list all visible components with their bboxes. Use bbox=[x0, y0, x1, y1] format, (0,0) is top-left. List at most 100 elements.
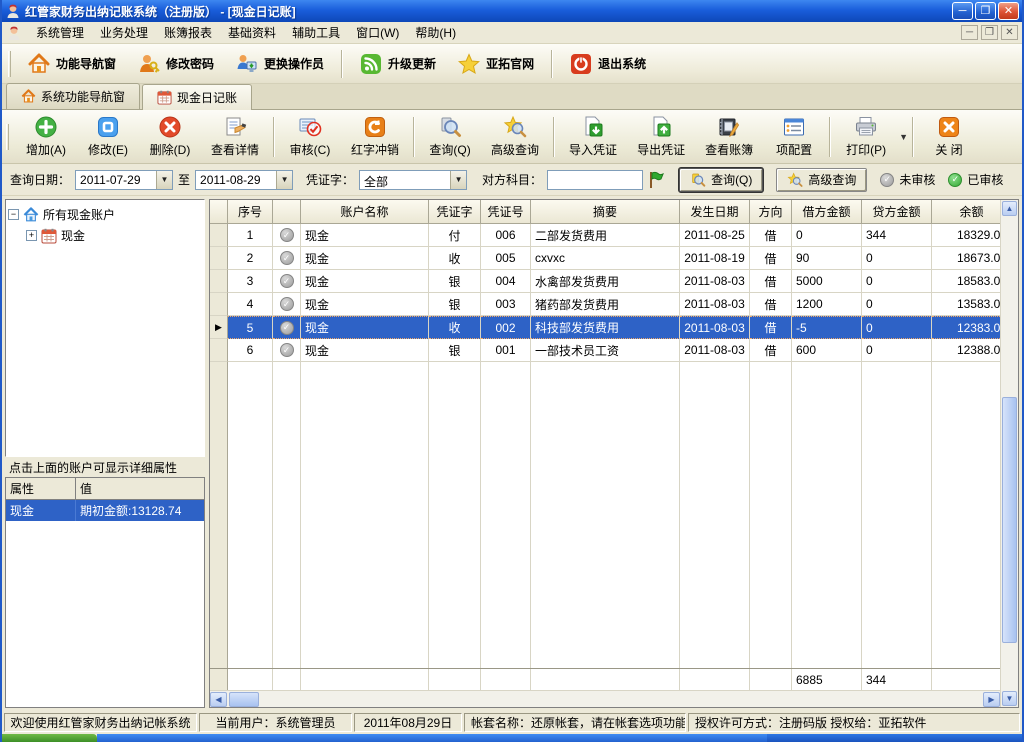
column-header[interactable]: 凭证号 bbox=[481, 200, 531, 224]
property-row[interactable]: 现金 期初金额:13128.74 bbox=[6, 500, 204, 521]
grid-cell-credit[interactable]: 0 bbox=[862, 270, 932, 293]
restore-button[interactable]: ❐ bbox=[975, 2, 996, 20]
advanced-query-button[interactable]: 高级查询 bbox=[481, 111, 549, 162]
advanced-filter-button[interactable]: 高级查询 bbox=[776, 168, 867, 192]
scroll-right-icon[interactable]: ▶ bbox=[983, 692, 1000, 707]
website-button[interactable]: 亚拓官网 bbox=[447, 47, 545, 81]
grid-cell-seq[interactable]: 6 bbox=[228, 339, 273, 362]
column-header[interactable]: 账户名称 bbox=[301, 200, 429, 224]
date-from-combo[interactable]: 2011-07-29 ▼ bbox=[75, 170, 173, 190]
mdi-restore-button[interactable]: ❐ bbox=[981, 25, 998, 40]
audit-status-cell[interactable]: ✓ bbox=[273, 247, 301, 270]
grid-cell-word[interactable]: 银 bbox=[429, 293, 481, 316]
grid-cell-no[interactable]: 006 bbox=[481, 224, 531, 247]
grid-cell-summary[interactable]: 一部技术员工资 bbox=[531, 339, 680, 362]
grid-cell-summary[interactable]: 猪药部发货费用 bbox=[531, 293, 680, 316]
audit-status-cell[interactable]: ✓ bbox=[273, 316, 301, 339]
upgrade-button[interactable]: 升级更新 bbox=[349, 47, 447, 81]
grid-cell-dir[interactable]: 借 bbox=[750, 316, 792, 339]
grid-cell-account[interactable]: 现金 bbox=[301, 224, 429, 247]
grid-cell-no[interactable]: 001 bbox=[481, 339, 531, 362]
grid-cell-word[interactable]: 收 bbox=[429, 247, 481, 270]
opposite-subject-input[interactable] bbox=[547, 170, 643, 190]
mdi-close-button[interactable]: ✕ bbox=[1001, 25, 1018, 40]
grid-cell-date[interactable]: 2011-08-03 bbox=[680, 293, 750, 316]
menu-business[interactable]: 业务处理 bbox=[92, 22, 156, 43]
tab-cash-journal[interactable]: 现金日记账 bbox=[142, 84, 252, 110]
grid-cell-debit[interactable]: 5000 bbox=[792, 270, 862, 293]
table-row[interactable]: ▶5✓现金收002科技部发货费用2011-08-03借-5012383.02 bbox=[210, 316, 1000, 339]
grid-cell-credit[interactable]: 344 bbox=[862, 224, 932, 247]
table-row[interactable]: 4✓现金银003猪药部发货费用2011-08-03借1200013583.02 bbox=[210, 293, 1000, 316]
column-header[interactable]: 方向 bbox=[750, 200, 792, 224]
tab-system-nav[interactable]: 系统功能导航窗 bbox=[6, 83, 140, 109]
delete-button[interactable]: 删除(D) bbox=[139, 111, 201, 162]
grid-cell-dir[interactable]: 借 bbox=[750, 247, 792, 270]
table-row[interactable]: 2✓现金收005cxvxc2011-08-19借90018673.02 bbox=[210, 247, 1000, 270]
export-voucher-button[interactable]: 导出凭证 bbox=[627, 111, 695, 162]
scroll-down-icon[interactable]: ▼ bbox=[1002, 691, 1017, 706]
menu-basedata[interactable]: 基础资料 bbox=[220, 22, 284, 43]
date-to-combo[interactable]: 2011-08-29 ▼ bbox=[195, 170, 293, 190]
grid-cell-dir[interactable]: 借 bbox=[750, 293, 792, 316]
column-header[interactable]: 序号 bbox=[228, 200, 273, 224]
mdi-minimize-button[interactable]: ─ bbox=[961, 25, 978, 40]
chevron-down-icon[interactable]: ▼ bbox=[276, 171, 292, 189]
vertical-scrollbar[interactable]: ▲ ▼ bbox=[1000, 200, 1018, 707]
query-filter-button[interactable]: 查询(Q) bbox=[679, 168, 763, 192]
close-view-button[interactable]: 关 闭 bbox=[918, 111, 980, 162]
scroll-up-icon[interactable]: ▲ bbox=[1002, 201, 1017, 216]
collapse-icon[interactable]: − bbox=[8, 209, 19, 220]
minimize-button[interactable]: ─ bbox=[952, 2, 973, 20]
scroll-left-icon[interactable]: ◀ bbox=[210, 692, 227, 707]
column-header[interactable] bbox=[273, 200, 301, 224]
grid-cell-summary[interactable]: 科技部发货费用 bbox=[531, 316, 680, 339]
grid-cell-no[interactable]: 004 bbox=[481, 270, 531, 293]
menu-reports[interactable]: 账簿报表 bbox=[156, 22, 220, 43]
grid-cell-word[interactable]: 付 bbox=[429, 224, 481, 247]
grid-cell-date[interactable]: 2011-08-25 bbox=[680, 224, 750, 247]
view-detail-button[interactable]: 查看详情 bbox=[201, 111, 269, 162]
grid-cell-credit[interactable]: 0 bbox=[862, 293, 932, 316]
menu-system[interactable]: 系统管理 bbox=[28, 22, 92, 43]
edit-button[interactable]: 修改(E) bbox=[77, 111, 139, 162]
taskbar-button[interactable] bbox=[97, 734, 767, 742]
import-voucher-button[interactable]: 导入凭证 bbox=[559, 111, 627, 162]
grid-cell-credit[interactable]: 0 bbox=[862, 339, 932, 362]
audit-button[interactable]: 审核(C) bbox=[279, 111, 341, 162]
grid-cell-debit[interactable]: 1200 bbox=[792, 293, 862, 316]
table-row[interactable]: 6✓现金银001一部技术员工资2011-08-03借600012388.02 bbox=[210, 339, 1000, 362]
nav-window-button[interactable]: 功能导航窗 bbox=[17, 47, 127, 81]
grid-cell-account[interactable]: 现金 bbox=[301, 339, 429, 362]
query-button[interactable]: 查询(Q) bbox=[419, 111, 481, 162]
grid-cell-summary[interactable]: cxvxc bbox=[531, 247, 680, 270]
tree-node-all-accounts[interactable]: − 所有现金账户 bbox=[8, 204, 202, 225]
audit-status-cell[interactable]: ✓ bbox=[273, 339, 301, 362]
grid-cell-dir[interactable]: 借 bbox=[750, 339, 792, 362]
grid-cell-no[interactable]: 003 bbox=[481, 293, 531, 316]
grid-cell-dir[interactable]: 借 bbox=[750, 224, 792, 247]
change-password-button[interactable]: 修改密码 bbox=[127, 47, 225, 81]
grid-cell-debit[interactable]: 90 bbox=[792, 247, 862, 270]
grid-cell-debit[interactable]: 0 bbox=[792, 224, 862, 247]
grid-cell-word[interactable]: 收 bbox=[429, 316, 481, 339]
print-dropdown-arrow[interactable]: ▼ bbox=[899, 132, 908, 142]
grid-cell-credit[interactable]: 0 bbox=[862, 316, 932, 339]
column-header[interactable]: 发生日期 bbox=[680, 200, 750, 224]
grid-cell-date[interactable]: 2011-08-03 bbox=[680, 270, 750, 293]
column-header[interactable]: 凭证字 bbox=[429, 200, 481, 224]
red-reverse-button[interactable]: 红字冲销 bbox=[341, 111, 409, 162]
scrollbar-thumb[interactable] bbox=[229, 692, 259, 707]
column-header[interactable]: 贷方金额 bbox=[862, 200, 932, 224]
grid-cell-summary[interactable]: 水禽部发货费用 bbox=[531, 270, 680, 293]
tree-node-cash[interactable]: + 现金 bbox=[8, 225, 202, 246]
expand-icon[interactable]: + bbox=[26, 230, 37, 241]
grid-cell-date[interactable]: 2011-08-03 bbox=[680, 316, 750, 339]
add-button[interactable]: 增加(A) bbox=[15, 111, 77, 162]
print-button[interactable]: 打印(P) bbox=[835, 111, 897, 162]
grid-cell-account[interactable]: 现金 bbox=[301, 247, 429, 270]
start-button[interactable] bbox=[2, 734, 97, 742]
table-row[interactable]: 3✓现金银004水禽部发货费用2011-08-03借5000018583.02 bbox=[210, 270, 1000, 293]
grid-cell-date[interactable]: 2011-08-03 bbox=[680, 339, 750, 362]
grid-cell-word[interactable]: 银 bbox=[429, 339, 481, 362]
